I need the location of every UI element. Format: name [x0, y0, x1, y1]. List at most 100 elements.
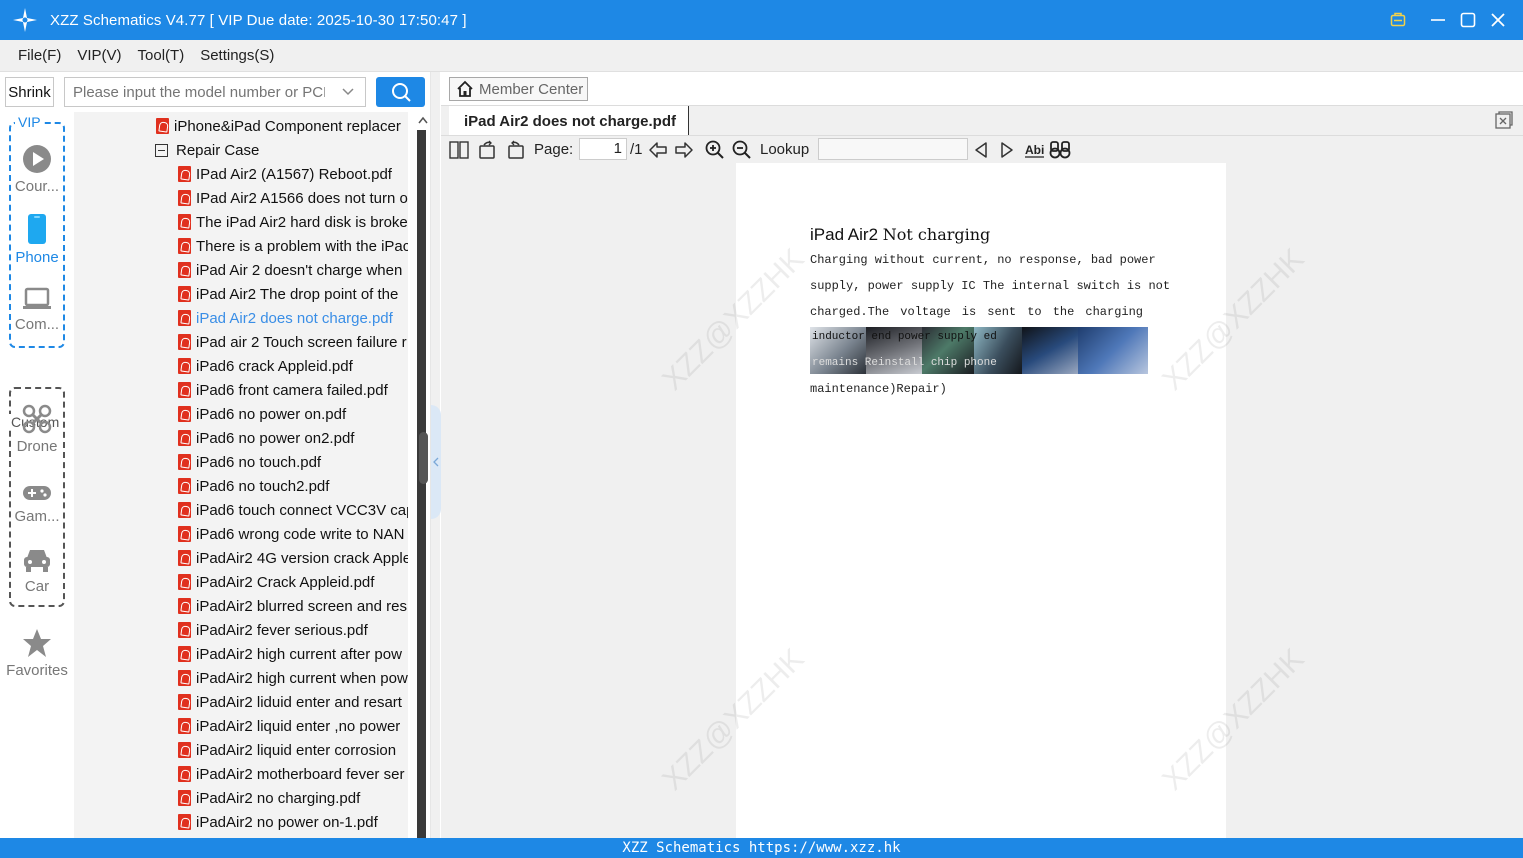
rotate-right-icon[interactable] — [505, 140, 525, 160]
tree-file-label: iPad6 crack Appleid.pdf — [196, 357, 353, 375]
tree-file-label: iPad Air 2 doesn't charge when — [196, 261, 403, 279]
tree-file-row[interactable]: iPad6 front camera failed.pdf — [178, 378, 388, 402]
tree-file-row[interactable]: iPadAir2 blurred screen and res — [178, 594, 407, 618]
scrollbar-track[interactable] — [417, 130, 426, 838]
tree-file-label: iPad Air2 does not charge.pdf — [196, 309, 393, 327]
binoculars-icon[interactable] — [1049, 140, 1071, 160]
tree-file-row[interactable]: iPad6 no power on.pdf — [178, 402, 346, 426]
tree-file-row[interactable]: iPadAir2 no charging.pdf — [178, 786, 360, 810]
tree-row-label: iPhone&iPad Component replacer — [174, 117, 401, 135]
maximize-icon[interactable] — [1453, 0, 1483, 40]
tree-file-row[interactable]: iPadAir2 liduid enter and resart — [178, 690, 402, 714]
rail-item-drone[interactable]: Drone — [0, 404, 74, 455]
pdf-icon — [178, 478, 191, 494]
find-previous-icon[interactable] — [973, 140, 989, 160]
tree-file-row[interactable]: iPad6 wrong code write to NAN — [178, 522, 404, 546]
scrollbar-thumb[interactable] — [419, 432, 428, 484]
menu-file[interactable]: File(F) — [18, 47, 61, 64]
tree-file-row[interactable]: iPadAir2 Crack Appleid.pdf — [178, 570, 374, 594]
tree-file-row[interactable]: iPadAir2 motherboard fever ser — [178, 762, 404, 786]
rail-item-favorites[interactable]: Favorites — [0, 628, 74, 679]
phone-icon — [28, 214, 46, 244]
pdf-viewer[interactable]: iPad Air2 Not charging Charging without … — [441, 163, 1523, 838]
tree-file-row[interactable]: iPad Air 2 doesn't charge when — [178, 258, 402, 282]
menu-vip[interactable]: VIP(V) — [77, 47, 121, 64]
rail-item-games[interactable]: Gam... — [0, 482, 74, 525]
rail-item-car[interactable]: Car — [0, 546, 74, 595]
chevron-down-icon[interactable] — [341, 85, 355, 102]
pdf-icon — [178, 766, 191, 782]
tree-file-row[interactable]: iPad6 no touch2.pdf — [178, 474, 329, 498]
tree-file-row[interactable]: iPad Air2 The drop point of the — [178, 282, 398, 306]
pdf-icon — [178, 358, 191, 374]
rail-label-car: Car — [24, 578, 50, 595]
close-all-tabs-icon[interactable] — [1495, 111, 1513, 132]
zoom-in-icon[interactable] — [705, 140, 725, 160]
doc-title-model: iPad Air2 — [810, 225, 879, 244]
badge-icon[interactable] — [1383, 0, 1413, 40]
tree-file-row[interactable]: There is a problem with the iPac — [178, 234, 408, 258]
menu-settings[interactable]: Settings(S) — [200, 47, 274, 64]
back-arrow-icon[interactable] — [648, 140, 668, 160]
pane-splitter[interactable] — [430, 72, 441, 838]
collapse-handle[interactable] — [431, 405, 441, 519]
rail-label-courses: Cour... — [14, 178, 60, 195]
forward-arrow-icon[interactable] — [674, 140, 694, 160]
tree-file-row[interactable]: iPad6 no touch.pdf — [178, 450, 321, 474]
rail-item-courses[interactable]: Cour... — [0, 144, 74, 195]
tree-file-row[interactable]: iPad6 crack Appleid.pdf — [178, 354, 353, 378]
tree-file-row[interactable]: iPadAir2 liquid enter ,no power — [178, 714, 400, 738]
tree-folder-repair-case[interactable]: Repair Case — [155, 138, 259, 162]
rail-item-phone[interactable]: Phone — [0, 213, 74, 266]
tree-file-label: IPad Air2 A1566 does not turn o — [196, 189, 408, 207]
tree-row-parent[interactable]: iPhone&iPad Component replacer — [156, 114, 401, 138]
tree-file-row[interactable]: IPad Air2 A1566 does not turn o — [178, 186, 408, 210]
tree-scrollbar[interactable] — [408, 112, 430, 838]
tree-file-row[interactable]: The iPad Air2 hard disk is broke — [178, 210, 408, 234]
find-next-icon[interactable] — [999, 140, 1015, 160]
scroll-up-icon[interactable] — [418, 116, 428, 124]
lookup-input[interactable] — [818, 138, 968, 160]
pdf-icon — [178, 670, 191, 686]
tree-file-row[interactable]: iPadAir2 high current after pow — [178, 642, 402, 666]
tree-file-row[interactable]: IPad Air2 (A1567) Reboot.pdf — [178, 162, 392, 186]
car-icon — [24, 550, 50, 572]
tree-file-row[interactable]: iPadAir2 high current when pow — [178, 666, 408, 690]
doc-line-4: maintenance)Repair) — [810, 382, 947, 396]
model-search-input[interactable] — [65, 78, 325, 106]
tree-file-row[interactable]: iPad Air2 does not charge.pdf — [178, 306, 393, 330]
tree-file-row[interactable]: iPad6 no power on2.pdf — [178, 426, 354, 450]
zoom-out-icon[interactable] — [732, 140, 752, 160]
tree-file-row[interactable]: iPad6 touch connect VCC3V cap — [178, 498, 408, 522]
pdf-icon — [178, 598, 191, 614]
model-search-box[interactable] — [64, 77, 366, 107]
member-center-button[interactable]: Member Center — [449, 77, 588, 101]
match-word-icon[interactable]: Abi — [1024, 140, 1046, 160]
rail-item-computer[interactable]: Com... — [0, 286, 74, 333]
tree-file-row[interactable]: iPad air 2 Touch screen failure r — [178, 330, 407, 354]
two-page-view-icon[interactable] — [449, 140, 469, 160]
member-center-label: Member Center — [479, 80, 584, 98]
minimize-icon[interactable] — [1423, 0, 1453, 40]
pdf-icon — [178, 406, 191, 422]
tree-file-row[interactable]: iPadAir2 no power on-1.pdf — [178, 810, 378, 834]
rotate-left-icon[interactable] — [478, 140, 498, 160]
pdf-toolbar: Page: 1 /1 Lookup Abi — [441, 135, 1523, 163]
rail-label-favorites: Favorites — [6, 662, 68, 679]
tree-file-row[interactable]: iPadAir2 4G version crack Apple — [178, 546, 408, 570]
document-tab[interactable]: iPad Air2 does not charge.pdf — [449, 106, 689, 136]
shrink-button[interactable]: Shrink — [5, 77, 54, 107]
collapse-icon[interactable] — [155, 143, 168, 157]
pdf-icon — [178, 214, 191, 230]
strip-overlay-line-1: inductor end power supply ed — [812, 331, 997, 343]
page-label: Page: — [534, 141, 574, 158]
tree-file-row[interactable]: iPadAir2 liquid enter corrosion — [178, 738, 396, 762]
tree-file-label: IPad Air2 (A1567) Reboot.pdf — [196, 165, 392, 183]
tree-file-row[interactable]: iPadAir2 fever serious.pdf — [178, 618, 368, 642]
tree-file-label: iPadAir2 Crack Appleid.pdf — [196, 573, 375, 591]
tree-file-label: iPad6 no touch.pdf — [196, 453, 322, 471]
close-icon[interactable] — [1483, 0, 1513, 40]
search-button[interactable] — [376, 77, 425, 107]
menu-tool[interactable]: Tool(T) — [138, 47, 185, 64]
page-number-input[interactable]: 1 — [579, 138, 627, 160]
